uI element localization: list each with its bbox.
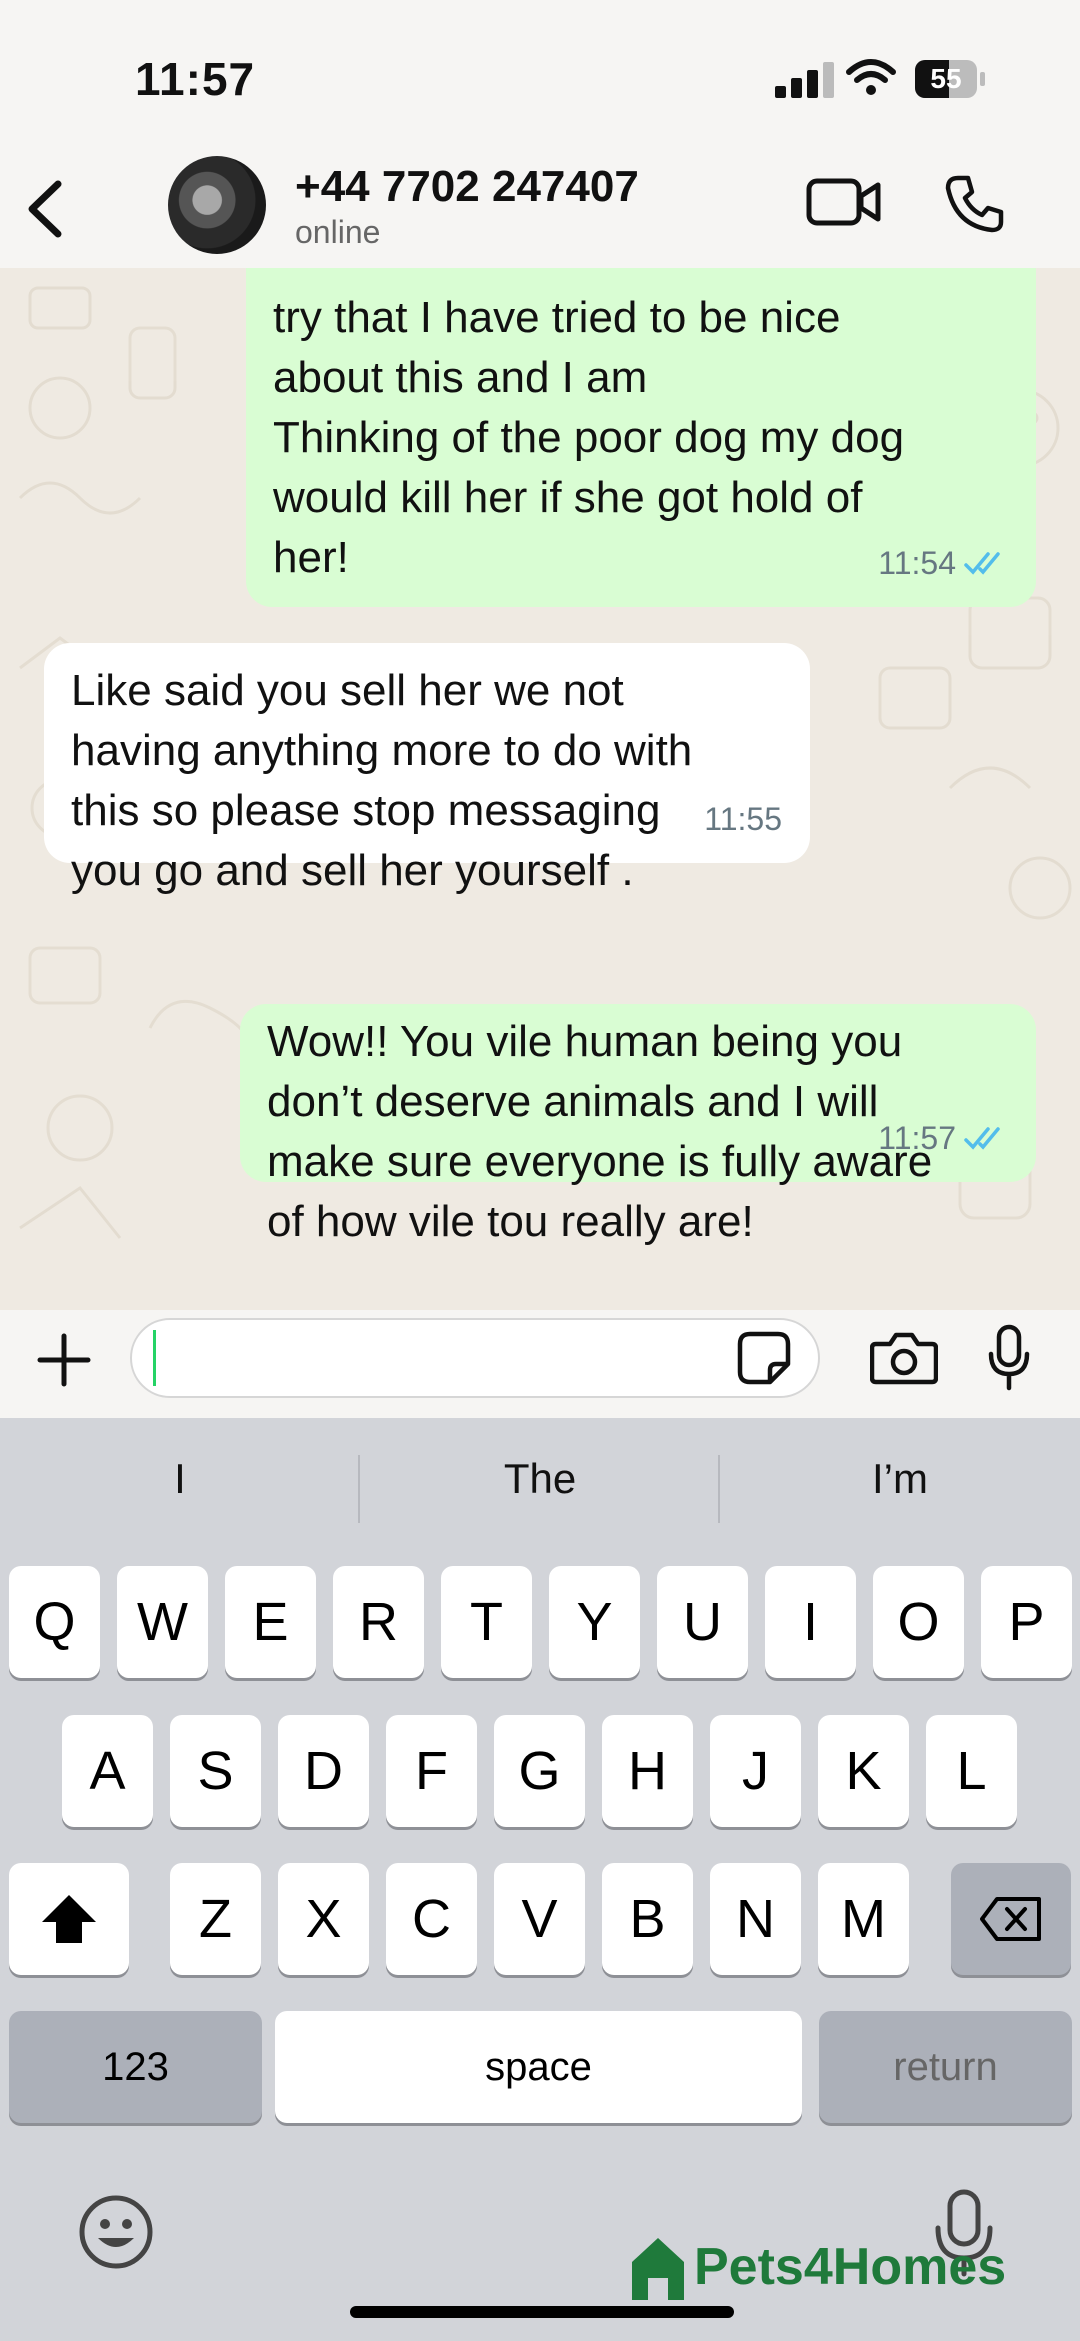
contact-avatar[interactable]	[168, 156, 266, 254]
message-time: 11:55	[704, 801, 782, 837]
key-o[interactable]: O	[873, 1566, 964, 1678]
message-bubble-incoming[interactable]: Like said you sell her we not having any…	[44, 643, 810, 895]
message-meta: 11:55	[704, 789, 782, 849]
voice-call-icon[interactable]	[944, 174, 1004, 234]
wifi-icon	[846, 59, 896, 95]
backspace-icon	[980, 1897, 1041, 1941]
house-logo-icon	[632, 2238, 684, 2300]
message-bubble-outgoing[interactable]: Wow!! You vile human being you don’t des…	[240, 1004, 1036, 1246]
shift-arrow-icon	[42, 1895, 96, 1943]
message-time: 11:57	[878, 1120, 956, 1156]
message-meta: 11:54	[878, 533, 1008, 593]
suggestion-2[interactable]: The	[360, 1455, 720, 1503]
key-a[interactable]: A	[62, 1715, 153, 1827]
key-r[interactable]: R	[333, 1566, 424, 1678]
key-k[interactable]: K	[818, 1715, 909, 1827]
status-time: 11:57	[135, 53, 256, 105]
sticker-icon[interactable]	[736, 1330, 792, 1386]
message-bubble-outgoing[interactable]: try that I have tried to be nice about t…	[246, 268, 1036, 607]
key-n[interactable]: N	[710, 1863, 801, 1975]
watermark-text: Pets4Homes	[694, 2238, 1007, 2296]
suggestion-1[interactable]: I	[0, 1455, 360, 1503]
back-arrow-icon[interactable]	[20, 178, 70, 240]
key-e[interactable]: E	[225, 1566, 316, 1678]
message-text: Like said you sell her we not having any…	[71, 666, 693, 895]
battery-level: 55	[930, 63, 962, 94]
key-v[interactable]: V	[494, 1863, 585, 1975]
plus-icon[interactable]	[36, 1332, 92, 1388]
watermark-logo: Pets4Homes	[628, 2232, 1006, 2302]
contact-name[interactable]: +44 7702 247407	[295, 162, 639, 212]
key-h[interactable]: H	[602, 1715, 693, 1827]
key-p[interactable]: P	[981, 1566, 1072, 1678]
chat-area: try that I have tried to be nice about t…	[0, 268, 1080, 1310]
cellular-signal-icon	[775, 62, 835, 98]
space-key[interactable]: space	[275, 2011, 802, 2123]
key-y[interactable]: Y	[549, 1566, 640, 1678]
key-l[interactable]: L	[926, 1715, 1017, 1827]
message-meta: 11:57	[878, 1108, 1008, 1168]
microphone-icon[interactable]	[986, 1324, 1032, 1392]
emoji-icon[interactable]	[78, 2194, 154, 2270]
key-s[interactable]: S	[170, 1715, 261, 1827]
contact-status: online	[295, 214, 381, 250]
backspace-key[interactable]	[951, 1863, 1071, 1975]
key-u[interactable]: U	[657, 1566, 748, 1678]
video-call-icon[interactable]	[806, 176, 882, 228]
suggestion-3[interactable]: I’m	[720, 1455, 1080, 1503]
key-d[interactable]: D	[278, 1715, 369, 1827]
battery-icon: 55	[915, 60, 985, 98]
key-z[interactable]: Z	[170, 1863, 261, 1975]
key-c[interactable]: C	[386, 1863, 477, 1975]
key-q[interactable]: Q	[9, 1566, 100, 1678]
read-receipt-icon	[964, 552, 1000, 575]
shift-key[interactable]	[9, 1863, 129, 1975]
key-t[interactable]: T	[441, 1566, 532, 1678]
read-receipt-icon	[964, 1127, 1000, 1150]
numbers-key[interactable]: 123	[9, 2011, 262, 2123]
key-b[interactable]: B	[602, 1863, 693, 1975]
key-g[interactable]: G	[494, 1715, 585, 1827]
message-time: 11:54	[878, 545, 956, 581]
camera-icon[interactable]	[870, 1330, 938, 1386]
key-j[interactable]: J	[710, 1715, 801, 1827]
key-i[interactable]: I	[765, 1566, 856, 1678]
key-x[interactable]: X	[278, 1863, 369, 1975]
message-input[interactable]	[130, 1318, 820, 1398]
return-key[interactable]: return	[819, 2011, 1072, 2123]
key-f[interactable]: F	[386, 1715, 477, 1827]
home-indicator[interactable]	[350, 2306, 734, 2318]
key-m[interactable]: M	[818, 1863, 909, 1975]
text-caret	[153, 1330, 156, 1386]
key-w[interactable]: W	[117, 1566, 208, 1678]
